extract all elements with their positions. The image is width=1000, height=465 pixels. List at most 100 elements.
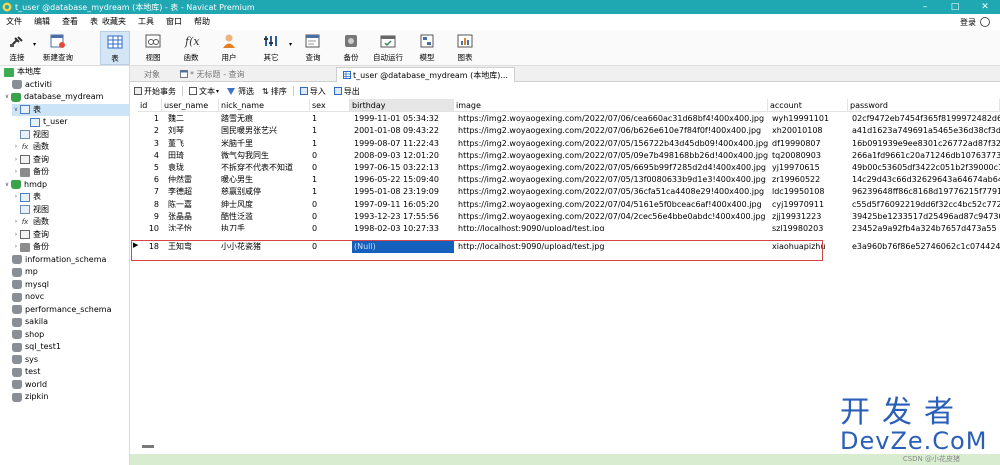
tree-backups-folder[interactable]: › 备份 — [12, 241, 49, 253]
chevron-right-icon[interactable]: › — [12, 241, 20, 253]
user-button[interactable]: 用户 — [214, 31, 244, 65]
chevron-right-icon[interactable]: › — [12, 191, 20, 203]
cell-image[interactable]: https://img2.woyaogexing.com/2022/07/06/… — [456, 113, 768, 125]
cell-nick-name[interactable]: 酷性泛滥 — [219, 211, 310, 223]
cell-account[interactable]: zr19960522 — [770, 174, 848, 186]
cell-birthday[interactable]: 1997-06-15 03:22:13 — [352, 162, 454, 174]
cell-user-name[interactable]: 仲然雷 — [166, 174, 219, 186]
cell-user-name[interactable]: 沈子怡 — [166, 223, 219, 231]
tree-connection-local[interactable]: 本地库 — [4, 66, 41, 78]
column-header-nick-name[interactable]: nick_name — [219, 99, 310, 112]
chart-button[interactable]: 图表 — [450, 31, 480, 65]
cell-user-name[interactable]: 董飞 — [166, 138, 219, 150]
cell-account[interactable]: xh20010108 — [770, 125, 848, 137]
cell-sex[interactable]: 0 — [312, 162, 350, 174]
cell-birthday[interactable]: 1995-01-08 23:19:09 — [352, 186, 454, 198]
login-button[interactable]: 登录 — [960, 14, 990, 30]
column-header-image[interactable]: image — [454, 99, 768, 112]
cell-user-name[interactable]: 李德超 — [166, 186, 219, 198]
cell-image[interactable]: https://img2.woyaogexing.com/2022/07/05/… — [456, 138, 768, 150]
cell-id[interactable]: 9 — [138, 211, 162, 223]
cell-sex[interactable]: 0 — [312, 223, 350, 231]
column-header-birthday[interactable]: birthday — [350, 99, 454, 112]
cell-user-name[interactable]: 魏二 — [166, 113, 219, 125]
table-row[interactable]: 1 魏二 踏雪无痕 1 1999-11-01 05:34:32 https://img2.… — [130, 113, 1000, 125]
chevron-right-icon[interactable]: › — [12, 166, 20, 178]
tab-t-user[interactable]: t_user @database_mydream (本地库)... — [336, 67, 515, 82]
query-button[interactable]: 查询 — [298, 31, 328, 65]
cell-account[interactable]: szl19980203 — [770, 223, 848, 231]
table-row[interactable]: 9 张晶晶 酷性泛滥 0 1993-12-23 17:55:56 https://img2… — [130, 211, 1000, 223]
scrollbar-thumb[interactable] — [142, 445, 154, 448]
column-header-password[interactable]: password — [848, 99, 1000, 112]
menu-view[interactable]: 查看 — [56, 14, 84, 30]
tree-db-performance-schema[interactable]: performance_schema — [12, 304, 112, 316]
cell-user-name[interactable]: 陈一嘉 — [166, 199, 219, 211]
cell-account[interactable]: cyj19970911 — [770, 199, 848, 211]
tree-db-zipkin[interactable]: zipkin — [12, 391, 48, 403]
tree-backups-folder[interactable]: › 备份 — [12, 166, 49, 178]
cell-image[interactable]: https://img2.woyaogexing.com/2022/07/04/… — [456, 211, 768, 223]
cell-id[interactable]: 8 — [138, 199, 162, 211]
automation-button[interactable]: 自动运行 — [370, 31, 406, 65]
cell-id[interactable]: 1 — [138, 113, 162, 125]
column-header-account[interactable]: account — [768, 99, 848, 112]
menu-edit[interactable]: 编辑 — [28, 14, 56, 30]
cell-nick-name[interactable]: 微气勾我同生 — [219, 150, 310, 162]
tree-db-database-mydream[interactable]: ∨ database_mydream — [3, 91, 103, 103]
cell-nick-name[interactable]: 绅士风度 — [219, 199, 310, 211]
cell-id[interactable]: 3 — [138, 138, 162, 150]
sort-button[interactable]: ⇅ 排序 — [258, 84, 291, 98]
menu-favorites[interactable]: 收藏夹 — [100, 14, 132, 30]
cell-sex[interactable]: 1 — [312, 113, 350, 125]
function-button[interactable]: f(x) 函数 — [176, 31, 206, 65]
cell-account[interactable]: tq20080903 — [770, 150, 848, 162]
cell-birthday[interactable]: 1993-12-23 17:55:56 — [352, 211, 454, 223]
cell-sex[interactable]: 1 — [312, 174, 350, 186]
cell-password[interactable]: 96239648ff86c8168d19776215f7791 — [850, 186, 1000, 198]
tree-db-test[interactable]: test — [12, 366, 40, 378]
cell-password[interactable]: 39425be1233517d25496ad87c94730 — [850, 211, 1000, 223]
tree-queries-folder[interactable]: › 查询 — [12, 229, 49, 241]
cell-birthday[interactable]: 1996-05-22 15:09:40 — [352, 174, 454, 186]
cell-account[interactable]: zjj19931223 — [770, 211, 848, 223]
filter-button[interactable]: 筛选 — [223, 84, 258, 98]
cell-nick-name[interactable]: 米脑千里 — [219, 138, 310, 150]
cell-nick-name[interactable]: 国民暖男张艺兴 — [219, 125, 310, 137]
tree-db-mysql[interactable]: mysql — [12, 279, 49, 291]
tree-db-novc[interactable]: novc — [12, 291, 44, 303]
cell-account[interactable]: wyh19991101 — [770, 113, 848, 125]
tree-db-activiti[interactable]: activiti — [12, 79, 52, 91]
cell-birthday[interactable]: 1999-11-01 05:34:32 — [352, 113, 454, 125]
table-row[interactable]: 7 李德超 慈赢别咸停 1 1995-01-08 23:19:09 https://img… — [130, 186, 1000, 198]
maximize-button[interactable]: □ — [940, 0, 970, 14]
menu-help[interactable]: 帮助 — [188, 14, 216, 30]
cell-id[interactable]: 2 — [138, 125, 162, 137]
cell-password[interactable]: 266a1fd9661c20a71246db10763773 — [850, 150, 1000, 162]
backup-button[interactable]: 备份 — [336, 31, 366, 65]
chevron-down-icon[interactable]: ∨ — [3, 91, 11, 103]
cell-sex[interactable]: 0 — [312, 211, 350, 223]
chevron-right-icon[interactable]: › — [12, 216, 20, 228]
cell-nick-name[interactable]: 不拆穿不代表不知道 — [219, 162, 310, 174]
tree-db-sql-test1[interactable]: sql_test1 — [12, 341, 61, 353]
cell-id[interactable]: 4 — [138, 150, 162, 162]
cell-sex[interactable]: 1 — [312, 125, 350, 137]
cell-sex[interactable]: 1 — [312, 186, 350, 198]
cell-birthday[interactable]: 1998-02-03 10:27:33 — [352, 223, 454, 231]
cell-sex[interactable]: 1 — [312, 138, 350, 150]
cell-image[interactable]: https://img2.woyaogexing.com/2022/07/05/… — [456, 150, 768, 162]
cell-user-name[interactable]: 田琦 — [166, 150, 219, 162]
cell-password[interactable]: c55d5f76092219dd6f32cc4bc52c772 — [850, 199, 1000, 211]
table-row[interactable]: 10 沈子怡 执刀手 0 1998-02-03 10:27:33 http://local… — [130, 223, 1000, 231]
table-row[interactable]: 2 刘琴 国民暖男张艺兴 1 2001-01-08 09:43:22 https://im… — [130, 125, 1000, 137]
tree-queries-folder[interactable]: › 查询 — [12, 154, 49, 166]
cell-password[interactable]: 02cf9472eb7454f365f8199972482d6 — [850, 113, 1000, 125]
tree-db-sakila[interactable]: sakila — [12, 316, 48, 328]
tree-db-mp[interactable]: mp — [12, 266, 38, 278]
cell-account[interactable]: ldc19950108 — [770, 186, 848, 198]
tree-db-sys[interactable]: sys — [12, 354, 38, 366]
chevron-right-icon[interactable]: › — [12, 141, 20, 153]
cell-user-name[interactable]: 袁珑 — [166, 162, 219, 174]
tree-functions-folder[interactable]: › fx 函数 — [12, 216, 49, 228]
